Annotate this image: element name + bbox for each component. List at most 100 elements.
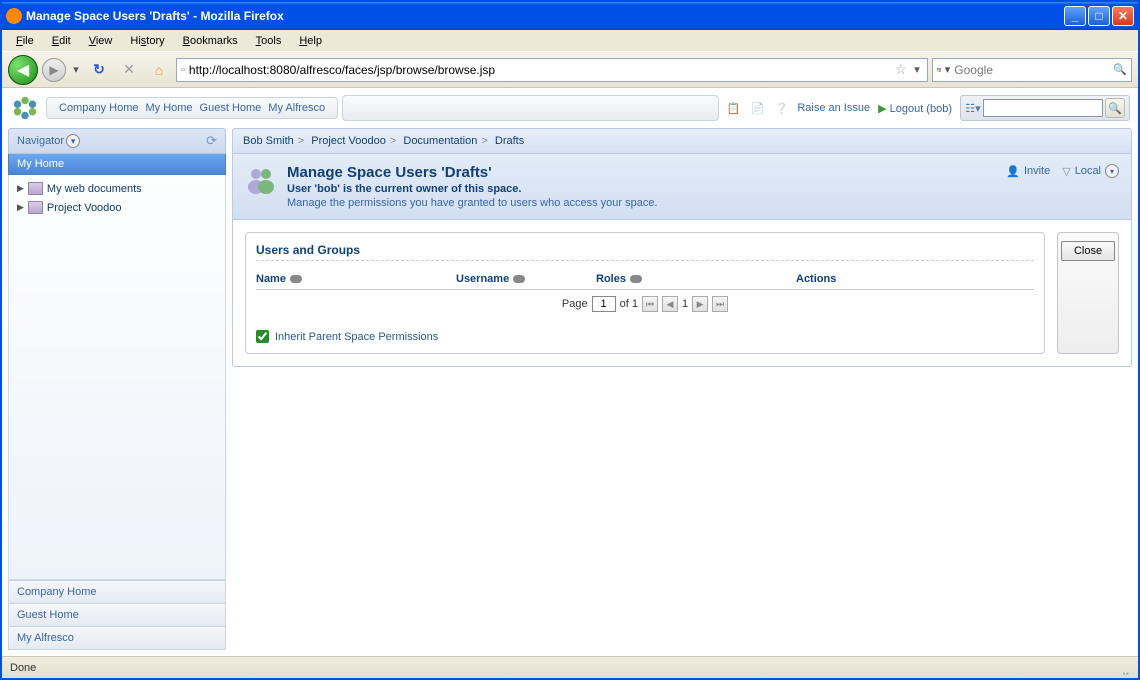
tree-item-project-voodoo[interactable]: ▶ Project Voodoo xyxy=(11,198,223,217)
options-icon[interactable]: ☷▾ xyxy=(965,100,981,116)
page-favicon: ▫ xyxy=(181,64,185,76)
first-page-button[interactable]: ⏮ xyxy=(642,296,658,312)
search-icon[interactable]: 🔍 xyxy=(1113,63,1127,76)
folder-icon xyxy=(28,182,43,195)
navigator-title: Navigator xyxy=(17,135,64,147)
col-roles[interactable]: Roles xyxy=(596,273,796,285)
col-name[interactable]: Name xyxy=(256,273,456,285)
left-panel: Navigator ▾ ⟳ My Home ▶ My web documents… xyxy=(8,128,226,650)
page-of-label: of 1 xyxy=(620,298,638,310)
url-input[interactable] xyxy=(189,63,891,77)
paste-icon[interactable]: 📄 xyxy=(749,100,765,116)
users-icon xyxy=(245,164,277,196)
invite-link[interactable]: 👤Invite xyxy=(1006,165,1050,178)
next-page-button[interactable]: ▶ xyxy=(692,296,708,312)
firefox-icon xyxy=(6,8,22,24)
status-text: Done xyxy=(10,662,36,674)
prev-page-button[interactable]: ◀ xyxy=(662,296,678,312)
resize-grip-icon[interactable]: ⣀ xyxy=(1121,661,1130,675)
refresh-icon[interactable]: ⟳ xyxy=(206,133,217,149)
link-my-alfresco[interactable]: My Alfresco xyxy=(266,102,327,114)
col-username[interactable]: Username xyxy=(456,273,596,285)
crumb-2[interactable]: Documentation xyxy=(403,135,477,147)
minimize-button[interactable]: _ xyxy=(1064,6,1086,26)
inherit-checkbox[interactable] xyxy=(256,330,269,343)
inherit-row: Inherit Parent Space Permissions xyxy=(256,330,1034,343)
page-num: 1 xyxy=(682,298,688,310)
sort-icon xyxy=(290,275,302,283)
close-panel: Close xyxy=(1057,232,1119,354)
menu-edit[interactable]: Edit xyxy=(44,33,79,49)
engine-dropdown[interactable]: ▾ xyxy=(945,58,951,82)
menu-file[interactable]: File xyxy=(8,33,42,49)
bookmark-star-icon[interactable]: ☆ xyxy=(894,61,907,78)
page-input[interactable] xyxy=(592,296,616,312)
right-panel: Bob Smith> Project Voodoo> Documentation… xyxy=(232,128,1132,650)
menu-help[interactable]: Help xyxy=(291,33,330,49)
page-title: Manage Space Users 'Drafts' xyxy=(287,164,658,181)
tree-item-web-documents[interactable]: ▶ My web documents xyxy=(11,179,223,198)
shortcut-company-home[interactable]: Company Home xyxy=(8,580,226,604)
stop-icon[interactable]: ✕ xyxy=(120,61,138,79)
panel-title: Users and Groups xyxy=(256,243,1034,261)
breadcrumb: Bob Smith> Project Voodoo> Documentation… xyxy=(232,128,1132,154)
chevron-down-icon[interactable]: ▾ xyxy=(66,134,80,148)
tree-label: My web documents xyxy=(47,183,142,195)
alfresco-logo xyxy=(10,93,40,123)
local-link[interactable]: ▽Local ▾ xyxy=(1062,164,1119,178)
tree-label: Project Voodoo xyxy=(47,202,122,214)
sort-icon xyxy=(513,275,525,283)
window-titlebar: Manage Space Users 'Drafts' - Mozilla Fi… xyxy=(2,2,1138,30)
chevron-down-icon[interactable]: ▾ xyxy=(1105,164,1119,178)
link-guest-home[interactable]: Guest Home xyxy=(198,102,264,114)
search-input[interactable] xyxy=(954,63,1109,77)
last-page-button[interactable]: ⏭ xyxy=(712,296,728,312)
menu-history[interactable]: History xyxy=(122,33,172,49)
close-window-button[interactable]: ✕ xyxy=(1112,6,1134,26)
inherit-label: Inherit Parent Space Permissions xyxy=(275,331,438,343)
shortcut-my-alfresco[interactable]: My Alfresco xyxy=(8,627,226,650)
crumb-1[interactable]: Project Voodoo xyxy=(311,135,386,147)
content-body: Users and Groups Name Username Roles Act… xyxy=(232,220,1132,367)
page-label: Page xyxy=(562,298,588,310)
clipboard-icon[interactable]: 📋 xyxy=(725,100,741,116)
logout-link[interactable]: ▶ Logout (bob) xyxy=(878,102,952,115)
expand-arrow-icon[interactable]: ▶ xyxy=(17,202,24,213)
link-company-home[interactable]: Company Home xyxy=(57,102,140,114)
back-button[interactable]: ◀ xyxy=(8,55,38,85)
addr-dropdown[interactable]: ▾ xyxy=(911,58,923,82)
reload-icon[interactable]: ↻ xyxy=(90,61,108,79)
link-my-home[interactable]: My Home xyxy=(143,102,194,114)
nav-tree: ▶ My web documents ▶ Project Voodoo xyxy=(8,175,226,580)
table-header: Name Username Roles Actions xyxy=(256,269,1034,290)
close-button[interactable]: Close xyxy=(1061,241,1115,261)
home-icon[interactable]: ⌂ xyxy=(150,61,168,79)
forward-button[interactable]: ▶ xyxy=(42,58,66,82)
google-logo-icon[interactable] xyxy=(937,63,941,77)
expand-arrow-icon[interactable]: ▶ xyxy=(17,183,24,194)
page-header: Manage Space Users 'Drafts' User 'bob' i… xyxy=(232,154,1132,220)
menu-view[interactable]: View xyxy=(81,33,121,49)
menu-bookmarks[interactable]: Bookmarks xyxy=(175,33,246,49)
history-dropdown[interactable]: ▾ xyxy=(70,58,82,82)
alfresco-search-button[interactable]: 🔍 xyxy=(1105,98,1125,118)
menu-tools[interactable]: Tools xyxy=(248,33,290,49)
nav-bottom: Company Home Guest Home My Alfresco xyxy=(8,580,226,650)
address-bar: ▫ ☆ ▾ xyxy=(176,58,928,82)
navigator-header[interactable]: Navigator ▾ ⟳ xyxy=(8,128,226,154)
crumb-0[interactable]: Bob Smith xyxy=(243,135,294,147)
shortcut-guest-home[interactable]: Guest Home xyxy=(8,604,226,627)
sort-icon xyxy=(630,275,642,283)
crumb-3[interactable]: Drafts xyxy=(495,135,524,147)
nav-selected-item[interactable]: My Home xyxy=(8,154,226,175)
users-groups-panel: Users and Groups Name Username Roles Act… xyxy=(245,232,1045,354)
alfresco-topbar: Company Home My Home Guest Home My Alfre… xyxy=(2,88,1138,128)
help-icon[interactable]: ❔ xyxy=(773,100,789,116)
maximize-button[interactable]: □ xyxy=(1088,6,1110,26)
window-title: Manage Space Users 'Drafts' - Mozilla Fi… xyxy=(26,9,284,23)
desc-text: Manage the permissions you have granted … xyxy=(287,197,658,209)
raise-issue-link[interactable]: Raise an Issue xyxy=(797,102,870,114)
alfresco-search-input[interactable] xyxy=(983,99,1103,117)
nav-spacer xyxy=(342,95,719,121)
search-box: ▾ 🔍 xyxy=(932,58,1132,82)
